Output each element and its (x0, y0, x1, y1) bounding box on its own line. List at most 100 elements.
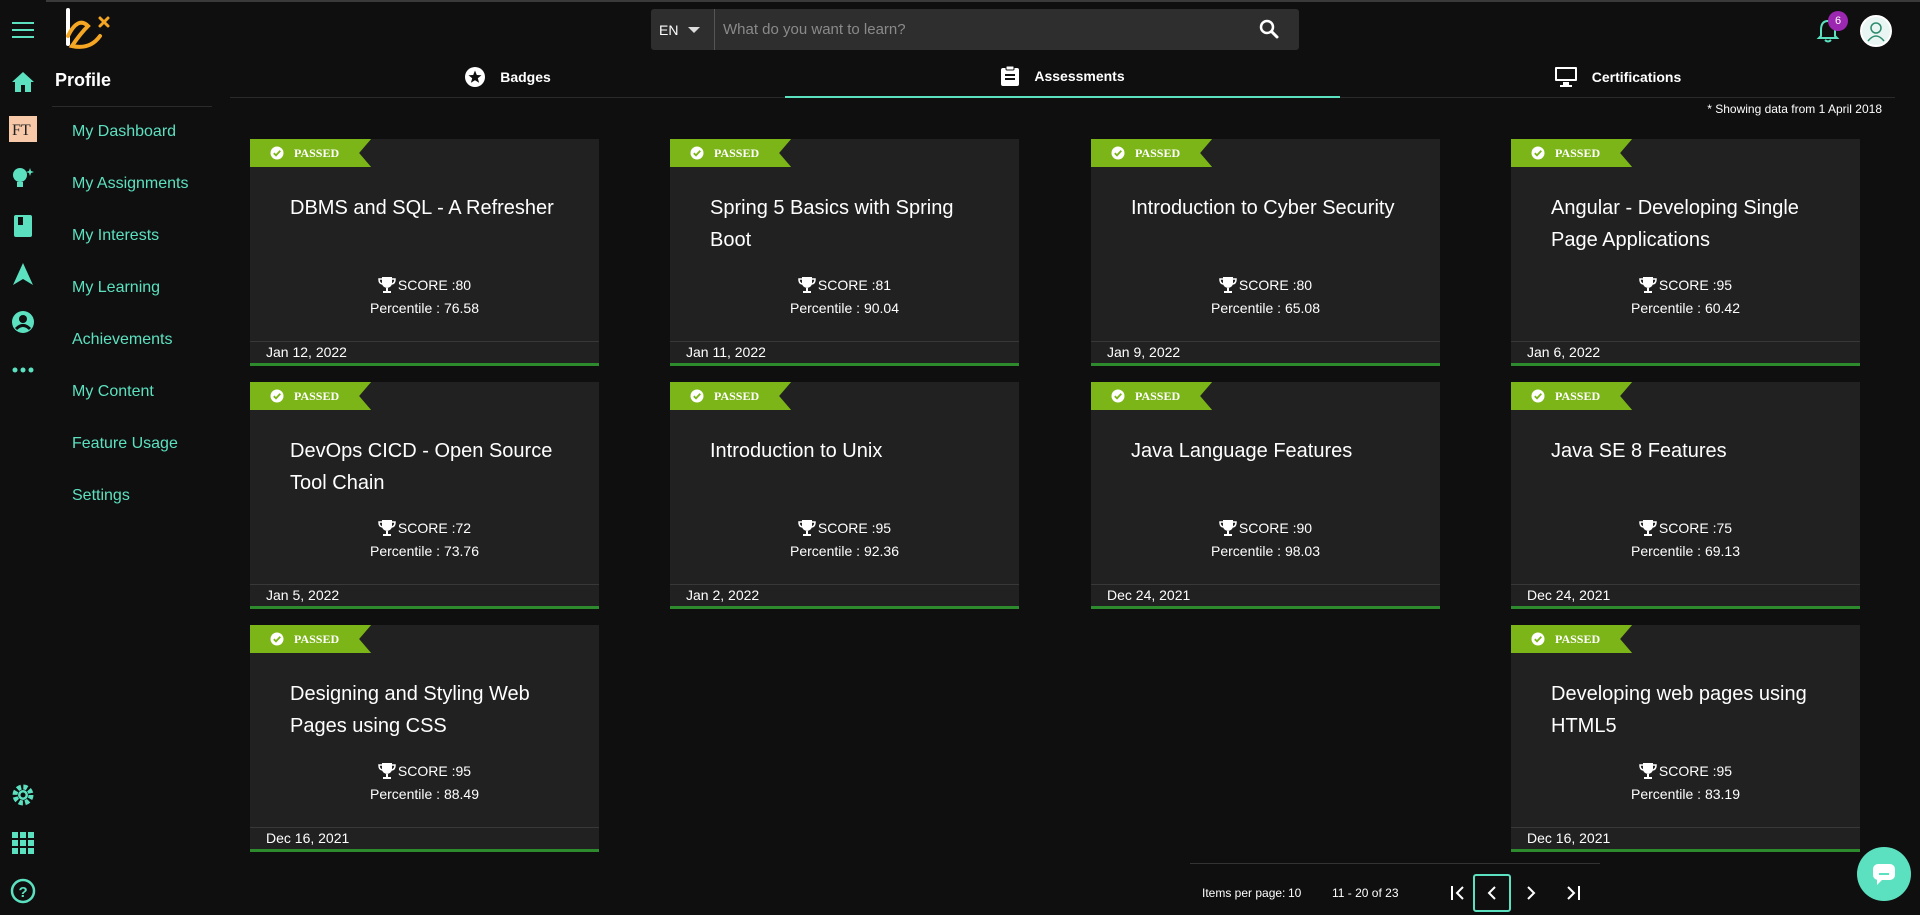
tab-certifications[interactable]: Certifications (1340, 56, 1895, 98)
apps-grid-icon[interactable] (8, 828, 38, 858)
paginator: Items per page: 10 11 - 20 of 23 (1190, 863, 1600, 915)
tab-badges[interactable]: Badges (230, 56, 785, 98)
percentile-value: Percentile : 76.58 (370, 300, 479, 316)
chat-button[interactable] (1857, 847, 1911, 901)
assessment-card[interactable]: PASSED Introduction to Cyber Security SCOR… (1091, 139, 1440, 366)
chevron-right-icon (1527, 886, 1536, 900)
trophy-icon (1639, 277, 1657, 293)
home-icon[interactable] (8, 67, 38, 97)
assessment-card[interactable]: PASSED Java SE 8 Features SCORE :75 Percent… (1511, 382, 1860, 609)
help-icon[interactable]: ? (8, 876, 38, 906)
completion-date: Dec 24, 2021 (1511, 584, 1860, 606)
more-horiz-icon[interactable] (8, 355, 38, 385)
page-range: 11 - 20 of 23 (1332, 886, 1399, 900)
score-value: SCORE :90 (1238, 520, 1313, 536)
score-value: SCORE :95 (817, 520, 892, 536)
nav-item-my-assignments[interactable]: My Assignments (72, 172, 188, 224)
assessment-card[interactable]: PASSED Spring 5 Basics with Spring Boot SC… (670, 139, 1019, 366)
score-value: SCORE :80 (1238, 277, 1313, 293)
last-page-button[interactable] (1553, 874, 1591, 912)
completion-date: Jan 12, 2022 (250, 341, 599, 363)
menu-icon[interactable] (8, 15, 38, 45)
trophy-icon (1639, 763, 1657, 779)
score-row: SCORE :72 (250, 519, 599, 537)
nav-item-my-dashboard[interactable]: My Dashboard (72, 120, 188, 172)
check-circle-icon (1531, 146, 1545, 160)
nav-item-my-learning[interactable]: My Learning (72, 276, 188, 328)
navigation-arrow-icon[interactable] (8, 259, 38, 289)
completion-date: Dec 24, 2021 (1091, 584, 1440, 606)
language-select[interactable]: EN (651, 9, 715, 50)
nav-item-my-interests[interactable]: My Interests (72, 224, 188, 276)
score-row: SCORE :95 (1511, 762, 1860, 780)
status-label: PASSED (1135, 389, 1181, 403)
status-label: PASSED (294, 389, 340, 403)
items-per-page-select[interactable]: 10 (1288, 886, 1301, 900)
search-input[interactable]: What do you want to learn? (723, 21, 906, 38)
trophy-icon (378, 520, 396, 536)
next-page-button[interactable] (1512, 874, 1550, 912)
passed-ribbon: PASSED (1511, 625, 1632, 653)
star-circle-icon (465, 67, 486, 87)
ft-logo-icon[interactable]: FT (8, 114, 38, 144)
user-avatar[interactable] (1860, 15, 1892, 47)
check-circle-icon (690, 146, 704, 160)
passed-ribbon: PASSED (1091, 139, 1212, 167)
trophy-icon (378, 763, 396, 779)
previous-page-button[interactable] (1473, 874, 1511, 912)
status-label: PASSED (1555, 146, 1601, 160)
tab-assessments[interactable]: Assessments (785, 56, 1340, 98)
tab-label: Certifications (1591, 69, 1682, 85)
assessment-title: Angular - Developing Single Page Applica… (1551, 197, 1799, 251)
assessment-card[interactable]: PASSED DBMS and SQL - A Refresher SCORE :8… (250, 139, 599, 366)
assessment-title: DevOps CICD - Open Source Tool Chain (290, 440, 553, 494)
assessment-card[interactable]: PASSED Designing and Styling Web Pages us… (250, 625, 599, 852)
nav-item-feature-usage[interactable]: Feature Usage (72, 432, 188, 484)
assessment-card[interactable]: PASSED Introduction to Unix SCORE :95 Perce… (670, 382, 1019, 609)
passed-ribbon: PASSED (1091, 382, 1212, 410)
score-row: SCORE :75 (1511, 519, 1860, 537)
tab-bar: Badges Assessments Certifications (230, 56, 1895, 98)
trophy-icon (1219, 520, 1237, 536)
check-circle-icon (1531, 632, 1545, 646)
lightbulb-icon[interactable] (8, 163, 38, 193)
score-value: SCORE :81 (817, 277, 892, 293)
check-circle-icon (270, 389, 284, 403)
score-row: SCORE :81 (670, 276, 1019, 294)
account-circle-icon[interactable] (8, 307, 38, 337)
assessment-card[interactable]: PASSED Java Language Features SCORE :90 Per… (1091, 382, 1440, 609)
first-page-icon (1451, 886, 1464, 900)
assessment-card[interactable]: PASSED DevOps CICD - Open Source Tool Cha… (250, 382, 599, 609)
book-icon[interactable] (8, 211, 38, 241)
status-label: PASSED (1555, 632, 1601, 646)
assessment-card[interactable]: PASSED Developing web pages using HTML5 SC… (1511, 625, 1860, 852)
assessment-title: Spring 5 Basics with Spring Boot (710, 197, 954, 251)
trophy-icon (798, 277, 816, 293)
passed-ribbon: PASSED (1511, 139, 1632, 167)
percentile-value: Percentile : 98.03 (1211, 543, 1320, 559)
profile-title: Profile (55, 70, 112, 90)
chevron-left-icon (1487, 886, 1496, 900)
nav-item-settings[interactable]: Settings (72, 484, 188, 536)
score-value: SCORE :95 (397, 763, 472, 779)
nav-item-my-content[interactable]: My Content (72, 380, 188, 432)
percentile-value: Percentile : 92.36 (790, 543, 899, 559)
language-value: EN (659, 21, 679, 38)
nav-item-achievements[interactable]: Achievements (72, 328, 188, 380)
notification-badge: 6 (1828, 11, 1848, 31)
clipboard-icon (1001, 65, 1020, 86)
brand-logo[interactable] (60, 6, 118, 52)
settings-gear-icon[interactable] (8, 780, 38, 810)
assessment-title: Introduction to Unix (710, 440, 883, 462)
percentile-value: Percentile : 73.76 (370, 543, 479, 559)
search-icon[interactable] (1259, 19, 1279, 39)
search-bar: EN What do you want to learn? (651, 9, 1299, 50)
assessment-title: Introduction to Cyber Security (1131, 197, 1395, 219)
score-row: SCORE :95 (670, 519, 1019, 537)
assessment-card[interactable]: PASSED Angular - Developing Single Page A… (1511, 139, 1860, 366)
score-value: SCORE :80 (397, 277, 472, 293)
check-circle-icon (1111, 146, 1125, 160)
score-value: SCORE :75 (1658, 520, 1733, 536)
completion-date: Dec 16, 2021 (250, 827, 599, 849)
percentile-value: Percentile : 65.08 (1211, 300, 1320, 316)
